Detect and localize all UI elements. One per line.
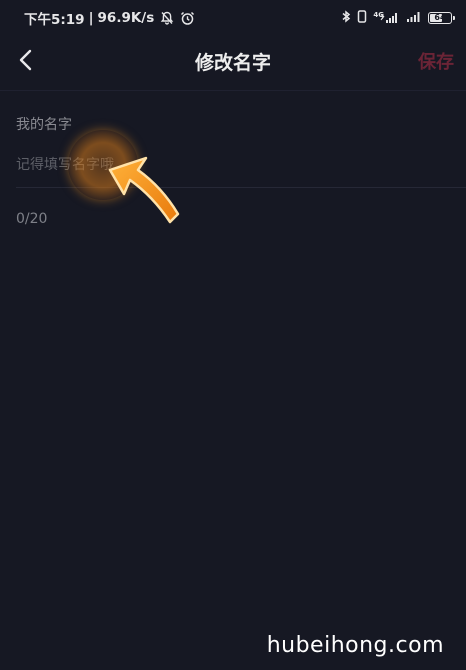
page-title: 修改名字 (194, 52, 271, 74)
status-right-group: 4G 64 (342, 8, 455, 27)
signal-group-1: 4G (373, 10, 400, 24)
input-divider (16, 187, 466, 188)
battery-level: 64 (434, 12, 446, 22)
bluetooth-icon (342, 8, 351, 27)
name-field-label: 我的名字 (16, 117, 72, 133)
edit-name-screen: 下午5:19 | 96.9K/s 4G 64 修改名字 保存 我的名字 记得填写… (0, 0, 466, 670)
status-time: 下午5:19 (24, 12, 85, 28)
vibrate-icon (357, 8, 367, 27)
status-left-group: 下午5:19 | 96.9K/s (24, 8, 195, 28)
name-input[interactable] (16, 152, 450, 178)
save-button[interactable]: 保存 (418, 48, 454, 74)
network-type: 4G (373, 10, 384, 19)
status-separator: | (88, 10, 94, 26)
alarm-clock-icon (180, 11, 195, 26)
status-bar: 下午5:19 | 96.9K/s 4G 64 (0, 0, 466, 34)
battery-cap (453, 15, 455, 20)
char-count: 0/20 (16, 211, 48, 227)
watermark: hubeihong.com (266, 633, 444, 658)
nav-header: 修改名字 保存 (0, 34, 466, 91)
bell-off-icon (160, 11, 174, 25)
cellular-signal-icon-2 (406, 8, 422, 27)
network-speed: 96.9K/s (97, 10, 155, 26)
battery-icon: 64 (428, 11, 455, 24)
